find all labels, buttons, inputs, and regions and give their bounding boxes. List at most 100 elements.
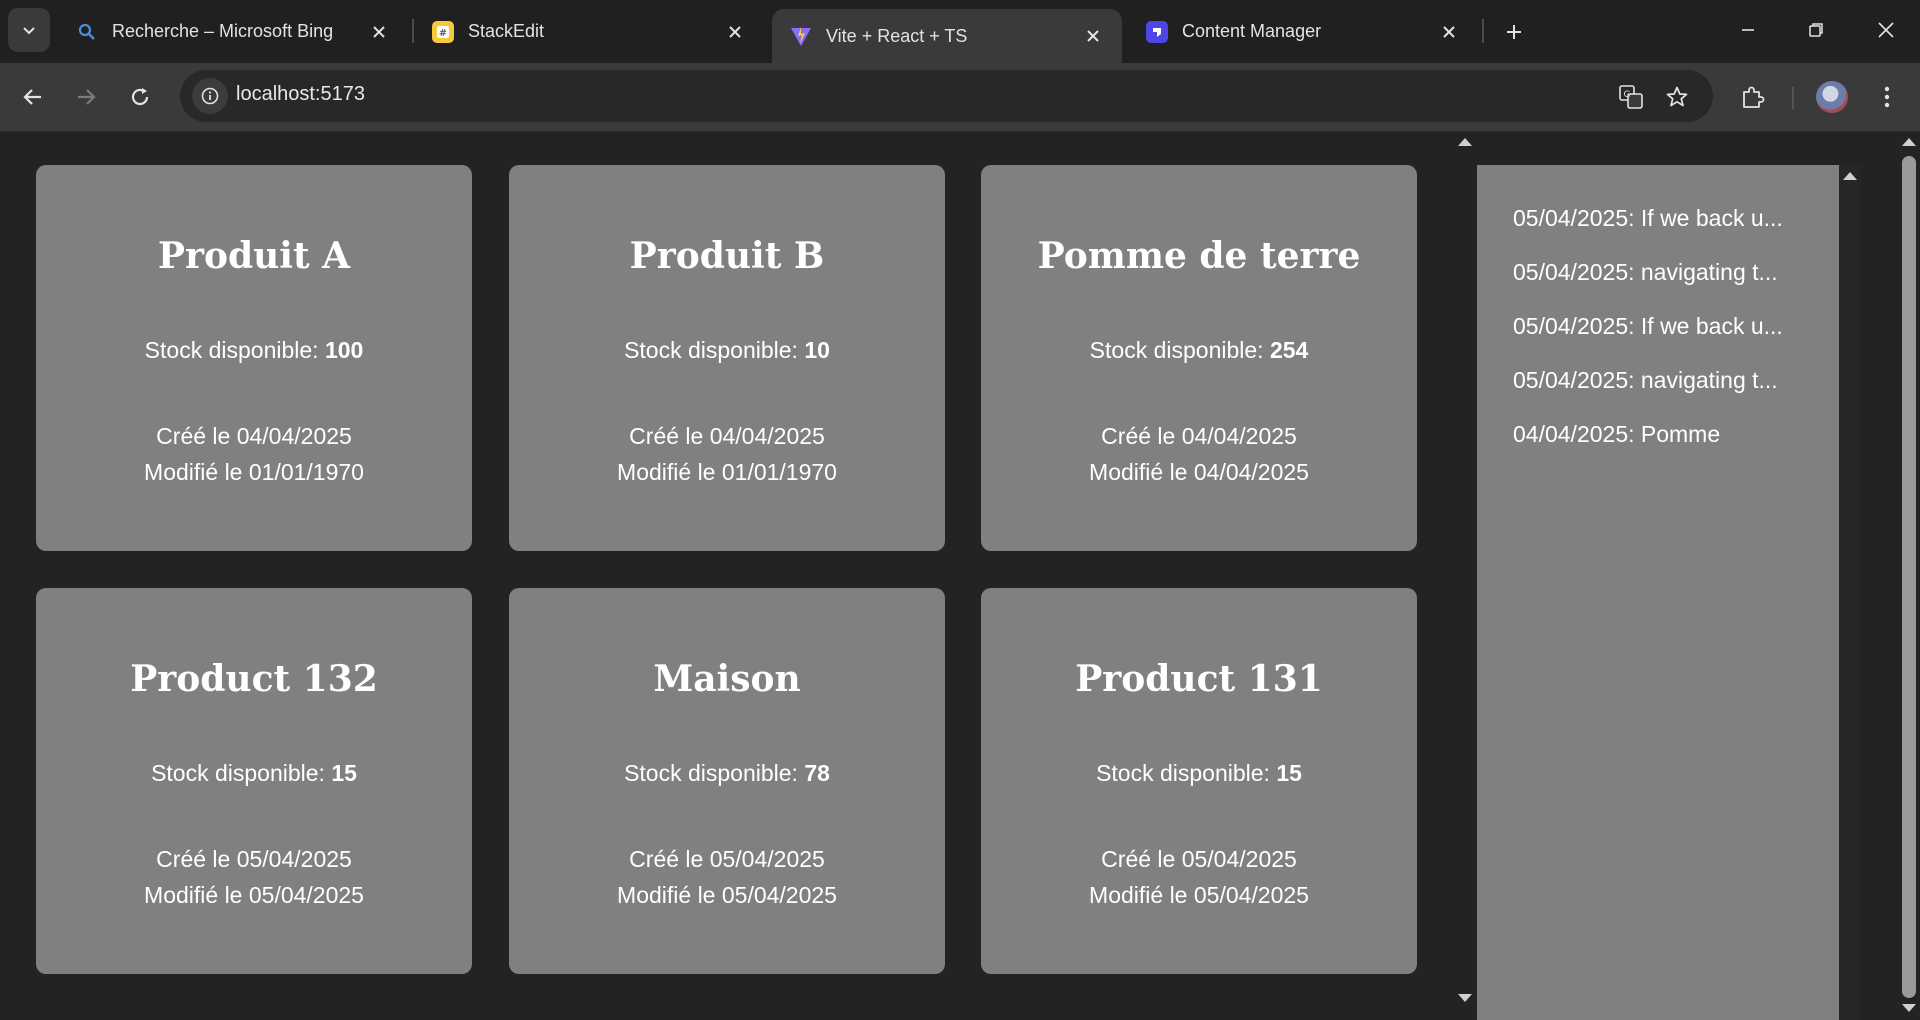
product-card[interactable]: Produit A Stock disponible: 100 Créé le …	[36, 165, 472, 551]
address-bar[interactable]: localhost:5173 G	[180, 70, 1713, 122]
stock-label: Stock disponible:	[151, 760, 325, 786]
product-stock: Stock disponible: 15	[981, 760, 1417, 787]
site-info-icon[interactable]	[192, 78, 228, 114]
restore-button[interactable]	[1788, 8, 1844, 52]
close-icon[interactable]	[368, 21, 390, 43]
tab-bing[interactable]: Recherche – Microsoft Bing	[58, 9, 408, 54]
activity-log-scrollbar[interactable]	[1839, 165, 1861, 1020]
chevron-down-icon	[23, 27, 35, 35]
product-name: Product 132	[130, 658, 378, 700]
page-scroll-down-arrow[interactable]	[1902, 1004, 1916, 1012]
browser-tab-strip: Recherche – Microsoft Bing # StackEdit V…	[0, 0, 1920, 63]
more-menu-icon[interactable]	[1870, 80, 1904, 114]
plus-icon	[1507, 25, 1521, 39]
close-icon[interactable]	[724, 21, 746, 43]
close-window-button[interactable]	[1858, 8, 1914, 52]
tab-title: Vite + React + TS	[826, 25, 968, 46]
page-content: Produit A Stock disponible: 100 Créé le …	[0, 132, 1920, 1020]
stock-label: Stock disponible:	[1096, 760, 1270, 786]
product-modified-date: Modifié le 05/04/2025	[144, 882, 364, 908]
tab-title: StackEdit	[468, 21, 545, 41]
tab-search-button[interactable]	[8, 8, 50, 52]
product-name: Maison	[653, 658, 801, 700]
tab-stackedit[interactable]: # StackEdit	[414, 9, 764, 54]
stock-value: 78	[804, 760, 830, 786]
product-stock: Stock disponible: 78	[509, 760, 945, 787]
stock-label: Stock disponible:	[1089, 337, 1264, 363]
arrow-left-icon	[23, 89, 41, 105]
product-modified-date: Modifié le 05/04/2025	[1089, 882, 1309, 908]
close-icon[interactable]	[1082, 25, 1104, 47]
product-created-date: Créé le 04/04/2025	[156, 423, 352, 449]
product-created-date: Créé le 05/04/2025	[629, 846, 825, 872]
tab-separator	[1482, 19, 1484, 43]
product-name: Product 131	[1075, 658, 1323, 700]
product-name: Pomme de terre	[1037, 235, 1361, 277]
bookmark-star-icon[interactable]	[1662, 82, 1692, 112]
product-modified-date: Modifié le 05/04/2025	[617, 882, 837, 908]
log-item[interactable]: 05/04/2025: If we back u...	[1513, 313, 1783, 340]
grid-scroll-up-arrow[interactable]	[1458, 138, 1472, 146]
back-button[interactable]	[13, 77, 53, 117]
forward-button[interactable]	[66, 77, 106, 117]
reload-button[interactable]	[120, 77, 160, 117]
close-icon[interactable]	[1438, 21, 1460, 43]
log-item[interactable]: 05/04/2025: navigating t...	[1513, 259, 1778, 286]
grid-scroll-down-arrow[interactable]	[1458, 994, 1472, 1002]
svg-text:#: #	[439, 28, 447, 39]
log-item[interactable]: 04/04/2025: Pomme	[1513, 421, 1720, 448]
log-scroll-up-arrow[interactable]	[1843, 172, 1857, 180]
product-created-date: Créé le 05/04/2025	[1101, 846, 1297, 872]
toolbar-divider	[1792, 87, 1794, 109]
stock-value: 254	[1269, 337, 1309, 363]
svg-text:G: G	[1624, 90, 1631, 100]
product-stock: Stock disponible: 10	[509, 337, 945, 364]
product-grid: Produit A Stock disponible: 100 Créé le …	[0, 132, 1452, 1020]
product-card[interactable]: Product 131 Stock disponible: 15 Créé le…	[981, 588, 1417, 974]
product-card[interactable]: Pomme de terre Stock disponible: 254 Cré…	[981, 165, 1417, 551]
stock-value: 100	[324, 337, 364, 363]
product-name: Produit A	[157, 235, 351, 277]
product-created-date: Créé le 05/04/2025	[156, 846, 352, 872]
close-icon	[1878, 22, 1894, 38]
vite-icon	[790, 25, 812, 47]
reload-icon	[131, 88, 149, 106]
url-text[interactable]: localhost:5173	[236, 83, 365, 106]
log-item[interactable]: 05/04/2025: If we back u...	[1513, 205, 1783, 232]
page-scrollbar-thumb[interactable]	[1902, 156, 1916, 998]
minimize-button[interactable]	[1720, 8, 1776, 52]
extensions-puzzle-icon[interactable]	[1736, 80, 1770, 114]
profile-avatar[interactable]	[1816, 81, 1848, 113]
product-card[interactable]: Maison Stock disponible: 78 Créé le 05/0…	[509, 588, 945, 974]
search-icon	[76, 21, 98, 43]
restore-icon	[1809, 23, 1823, 37]
log-item[interactable]: 05/04/2025: navigating t...	[1513, 367, 1778, 394]
stock-value: 10	[804, 337, 830, 363]
stock-value: 15	[1276, 760, 1302, 786]
new-tab-button[interactable]	[1496, 14, 1532, 50]
product-name: Produit B	[629, 235, 825, 277]
translate-icon[interactable]: G	[1616, 82, 1646, 112]
product-card[interactable]: Product 132 Stock disponible: 15 Créé le…	[36, 588, 472, 974]
product-modified-date: Modifié le 01/01/1970	[144, 459, 364, 485]
product-created-date: Créé le 04/04/2025	[629, 423, 825, 449]
stock-value: 15	[331, 760, 357, 786]
product-modified-date: Modifié le 04/04/2025	[1089, 459, 1309, 485]
product-card[interactable]: Produit B Stock disponible: 10 Créé le 0…	[509, 165, 945, 551]
activity-log-panel: 05/04/2025: If we back u... 05/04/2025: …	[1477, 165, 1839, 1020]
stock-label: Stock disponible:	[144, 337, 319, 363]
arrow-right-icon	[78, 89, 96, 105]
product-created-date: Créé le 04/04/2025	[1101, 423, 1297, 449]
tab-title: Recherche – Microsoft Bing	[112, 21, 334, 41]
stock-label: Stock disponible:	[624, 337, 798, 363]
product-stock: Stock disponible: 254	[981, 337, 1417, 364]
content-manager-icon	[1146, 20, 1168, 43]
tab-title: Content Manager	[1182, 21, 1322, 41]
stackedit-icon: #	[432, 20, 454, 43]
tab-vite[interactable]: Vite + React + TS	[772, 9, 1122, 63]
browser-toolbar: localhost:5173 G	[0, 63, 1920, 132]
page-scroll-up-arrow[interactable]	[1902, 138, 1916, 146]
product-modified-date: Modifié le 01/01/1970	[617, 459, 837, 485]
tab-content-manager[interactable]: Content Manager	[1128, 9, 1478, 54]
stock-label: Stock disponible:	[624, 760, 798, 786]
